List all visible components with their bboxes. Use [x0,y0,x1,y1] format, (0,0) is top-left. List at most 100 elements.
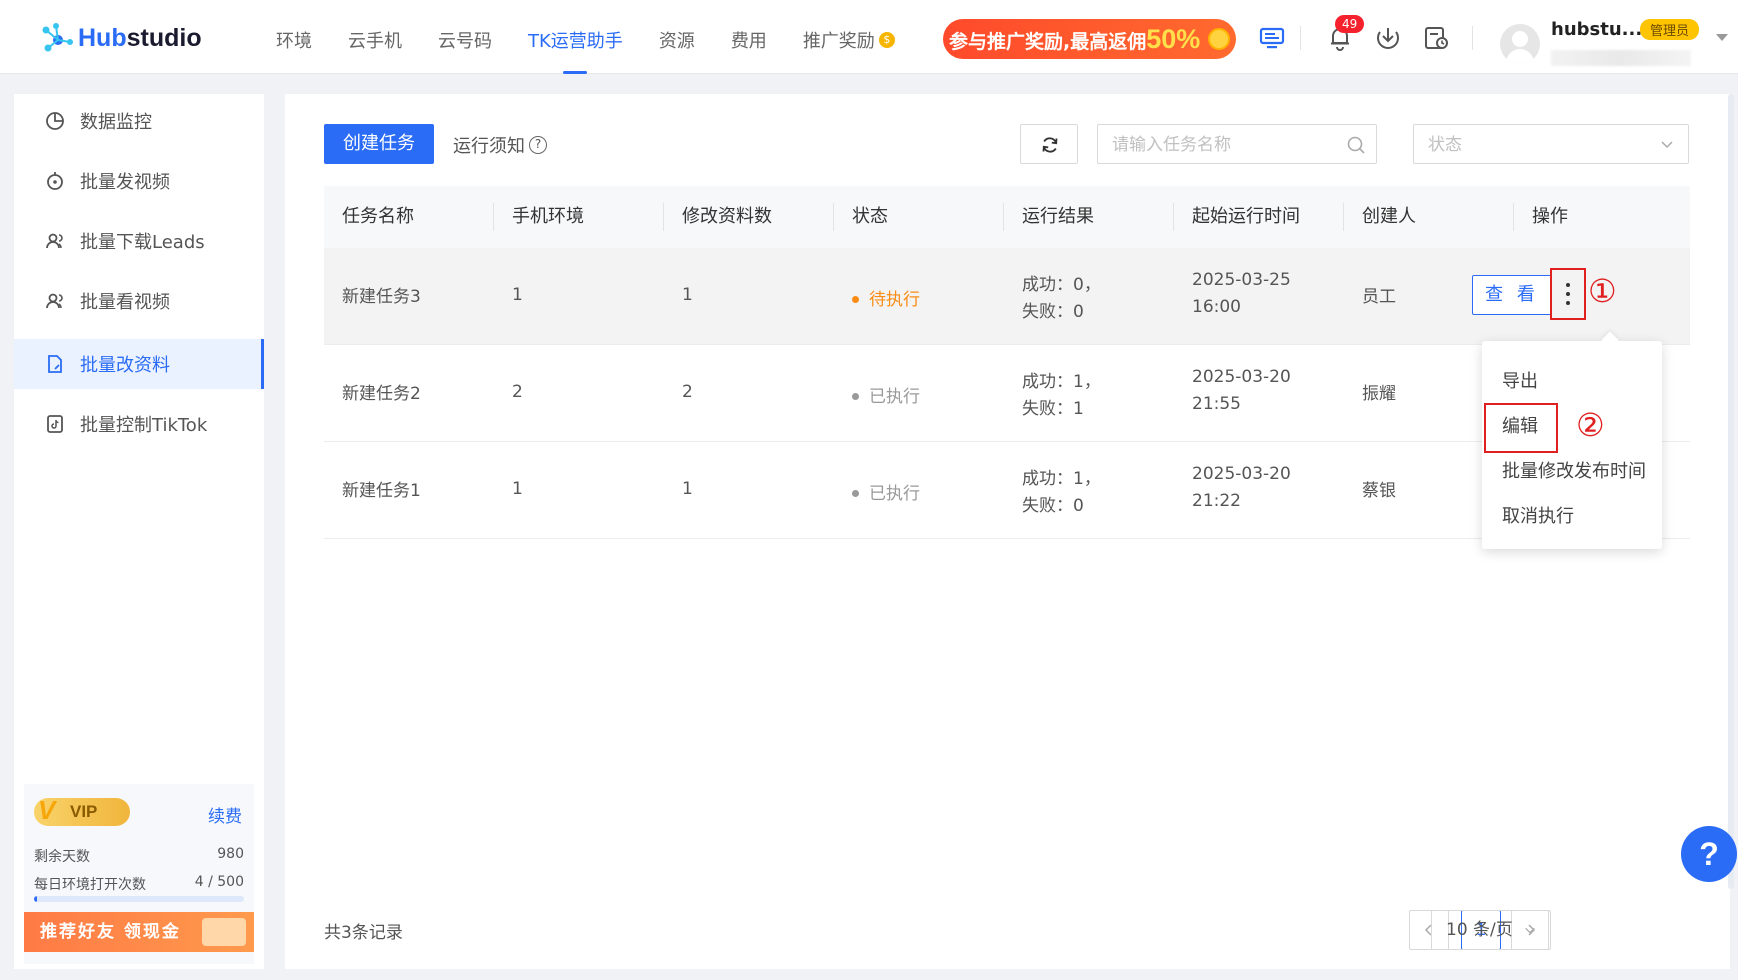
vip-opens-row: 每日环境打开次数 4 / 500 [34,874,244,894]
sidebar-item-label: 批量发视频 [80,172,170,193]
chevron-down-icon [1525,927,1535,934]
username[interactable]: hubstu... [1551,19,1642,40]
menu-item-export[interactable]: 导出 [1502,367,1538,393]
sidebar-item-label: 批量看视频 [80,292,170,313]
avatar[interactable] [1500,24,1540,64]
status-text: 已执行 [869,484,920,504]
sidebar-item-batch-upload[interactable]: 批量发视频 [14,156,264,206]
task-count: 1 [682,285,693,305]
run-notice-label: 运行须知 [453,136,525,157]
divider [1472,26,1473,50]
create-task-button[interactable]: 创建任务 [324,124,434,164]
result-success: 成功：0， [1022,275,1101,295]
download-icon[interactable] [1374,24,1402,52]
nav-item-billing[interactable]: 费用 [731,0,767,74]
search-icon[interactable] [1346,135,1366,155]
start-time: 16:00 [1192,297,1241,317]
promo-banner[interactable]: 参与推广奖励,最高返佣50% [943,19,1236,59]
annotation-edit-highlight [1484,403,1558,453]
annotation-step-2: ② [1576,406,1605,444]
nav-item-resources[interactable]: 资源 [659,0,695,74]
more-actions-button[interactable] [1550,268,1586,320]
start-date: 2025-03-20 [1192,367,1291,387]
nav-item-rewards[interactable]: 推广奖励 $ [803,0,895,74]
task-env: 2 [512,382,523,402]
start-date: 2025-03-20 [1192,464,1291,484]
sidebar-item-download-leads[interactable]: 批量下载Leads [14,216,264,266]
menu-item-cancel-run[interactable]: 取消执行 [1502,502,1574,528]
more-dot [1566,283,1570,287]
nav-item-tk-assistant[interactable]: TK运营助手 [528,0,623,74]
status-select[interactable] [1413,124,1689,164]
task-name: 新建任务3 [342,287,421,307]
refresh-button[interactable] [1020,124,1078,164]
logo-icon [42,23,73,52]
more-dot [1566,301,1570,305]
column-divider [1343,203,1344,231]
task-count: 2 [682,382,693,402]
result-fail: 失败：0 [1022,496,1084,516]
chevron-down-icon[interactable] [1716,34,1728,41]
column-header: 手机环境 [512,206,584,227]
monitor-icon[interactable] [1258,24,1286,52]
sidebar-item-label: 数据监控 [80,112,152,133]
task-status: 待执行 [852,285,920,310]
notification-badge: 49 [1335,15,1365,33]
menu-item-batch-edit-publish-time[interactable]: 批量修改发布时间 [1502,457,1646,483]
coin-icon: $ [878,32,895,48]
result-fail: 失败：1 [1022,399,1084,419]
sidebar: 数据监控 批量发视频 批量下载Leads 批量看视频 批量改资料 批量控制Tik… [14,94,264,969]
column-divider [1003,203,1004,231]
users-icon [46,233,63,249]
column-divider [493,203,494,231]
sidebar-item-label: 批量下载Leads [80,232,205,253]
vip-opens-value: 4 / 500 [194,874,244,890]
help-button[interactable]: ? [1681,826,1737,882]
creator: 振耀 [1362,384,1396,404]
schedule-icon[interactable] [1422,24,1450,52]
task-env: 1 [512,479,523,499]
scrollbar[interactable] [1728,94,1734,889]
status-dot [852,393,859,400]
page-size-select[interactable]: 10 条/页 [1431,910,1549,950]
renew-link[interactable]: 续费 [208,802,242,827]
main-nav: 环境 云手机 云号码 TK运营助手 资源 费用 推广奖励 $ [276,0,931,74]
status-text: 已执行 [869,387,920,407]
column-header: 起始运行时间 [1192,206,1300,227]
table-row[interactable]: 新建任务3 1 1 待执行 成功：0， 失败：0 2025-03-25 16:0… [324,248,1690,345]
logo[interactable]: Hubstudio [40,22,202,54]
column-divider [663,203,664,231]
column-header: 操作 [1532,206,1568,227]
refer-banner[interactable]: 推荐好友 领现金 [24,912,254,952]
nav-item-env[interactable]: 环境 [276,0,312,74]
page-size-label: 10 条/页 [1446,920,1513,940]
sidebar-item-control-tiktok[interactable]: 批量控制TikTok [14,399,264,449]
start-time: 21:22 [1192,491,1241,511]
sidebar-item-data-monitor[interactable]: 数据监控 [14,96,264,146]
gift-icon [202,918,246,946]
search-input[interactable] [1112,134,1332,156]
column-header: 任务名称 [342,206,414,227]
question-icon: ? [529,136,547,154]
task-env: 1 [512,285,523,305]
sidebar-item-watch-videos[interactable]: 批量看视频 [14,276,264,326]
sidebar-item-label: 批量改资料 [80,355,170,376]
result-fail: 失败：0 [1022,302,1084,322]
divider [1300,26,1301,50]
task-count: 1 [682,479,693,499]
sidebar-item-batch-edit-profile[interactable]: 批量改资料 [14,339,264,389]
status-select-input[interactable] [1428,134,1648,156]
task-status: 已执行 [852,479,920,504]
column-header: 运行结果 [1022,206,1094,227]
doc-edit-icon [48,355,62,373]
upload-video-icon [47,172,63,190]
vip-opens-label: 每日环境打开次数 [34,877,146,893]
start-date: 2025-03-25 [1192,270,1291,290]
nav-item-cloud-phone[interactable]: 云手机 [348,0,402,74]
view-button[interactable]: 查 看 [1472,275,1552,315]
column-divider [833,203,834,231]
nav-item-cloud-number[interactable]: 云号码 [438,0,492,74]
vip-badge: V VIP [34,796,130,826]
start-time: 21:55 [1192,394,1241,414]
run-notice-link[interactable]: 运行须知? [453,132,547,158]
